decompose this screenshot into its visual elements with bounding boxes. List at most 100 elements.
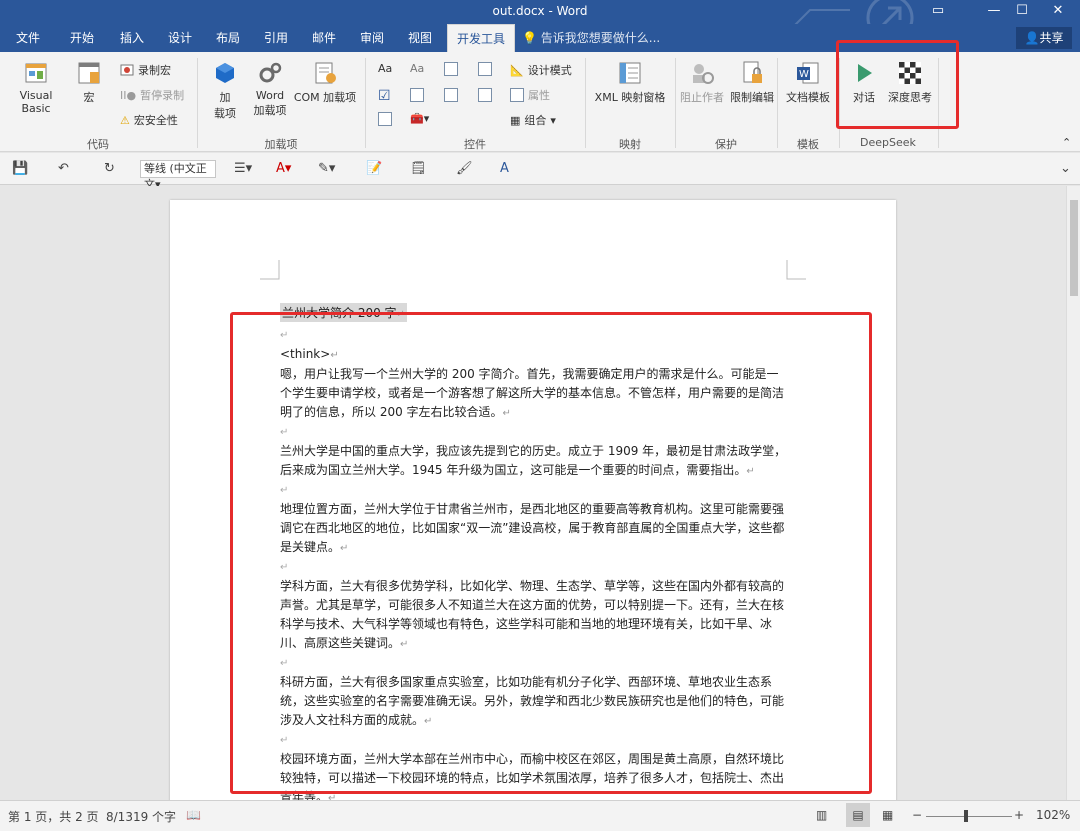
font-name-box[interactable]: 等线 (中文正文▾	[140, 160, 216, 191]
zoom-slider-thumb[interactable]	[964, 810, 968, 822]
group-separator	[585, 58, 586, 148]
zoom-level[interactable]: 102%	[1036, 808, 1070, 822]
print-layout-icon[interactable]: ▤	[846, 803, 870, 827]
chevron-down-icon: ▾	[550, 113, 556, 127]
checkbox-control[interactable]: ☑	[378, 88, 391, 104]
margin-corner-mark	[786, 260, 806, 280]
collapse-ribbon-button[interactable]: ⌃	[1062, 136, 1071, 149]
tab-home[interactable]: 开始	[60, 24, 104, 52]
document-template-button[interactable]: W 文档模板	[782, 60, 834, 105]
pause-recording-button[interactable]: II● 暂停录制	[120, 87, 184, 103]
tab-layout[interactable]: 布局	[206, 24, 250, 52]
page-count[interactable]: 第 1 页，共 2 页	[8, 808, 99, 825]
group-label-mapping: 映射	[619, 138, 641, 151]
share-button[interactable]: 👤共享	[1016, 27, 1072, 49]
group-label-protect: 保护	[715, 138, 737, 151]
status-bar: 第 1 页，共 2 页 8/1319 个字 📖 ▥ ▤ ▦ − + 102%	[0, 800, 1080, 831]
quick-access-toolbar: 💾 ↶ ↻ 等线 (中文正文▾ ☰▾ A▾ ✎▾ 📝 🗒 🖌 A ⌄	[0, 153, 1080, 191]
macro-security-button[interactable]: ⚠ 宏安全性	[120, 112, 178, 128]
group-label-deepseek: DeepSeek	[860, 136, 916, 149]
highlight-icon[interactable]: ✎▾	[318, 161, 335, 176]
warning-icon: ⚠	[120, 113, 130, 127]
ribbon-display-options-button[interactable]: ▭	[916, 0, 960, 24]
web-layout-icon[interactable]: ▦	[882, 808, 893, 822]
close-button[interactable]: ✕	[1036, 0, 1080, 24]
combobox-control[interactable]	[410, 88, 424, 102]
lightbulb-icon: 💡	[522, 31, 537, 45]
xml-mapping-label: XML 映射窗格	[594, 91, 666, 104]
customize-toolbar-icon[interactable]: ⌄	[1060, 161, 1071, 176]
com-addins-button[interactable]: COM 加载项	[292, 60, 358, 105]
properties-button[interactable]: 属性	[510, 87, 550, 103]
tab-references[interactable]: 引用	[254, 24, 298, 52]
bullets-icon[interactable]: ☰▾	[234, 161, 252, 176]
tab-file[interactable]: 文件	[6, 24, 50, 52]
scrollbar-thumb[interactable]	[1070, 200, 1078, 296]
plain-text-icon: Aa	[410, 62, 425, 75]
zoom-out-icon[interactable]: −	[912, 808, 922, 822]
zoom-slider-track[interactable]	[926, 816, 1012, 817]
rich-text-icon: Aa	[378, 62, 393, 75]
restrict-editing-button[interactable]: 限制编辑	[728, 60, 776, 105]
record-macro-button[interactable]: 录制宏	[120, 62, 171, 78]
title-bar: out.docx - Word ▭ — ☐ ✕	[0, 0, 1080, 42]
addins-button[interactable]: 加 载项	[206, 60, 244, 121]
addins-label-2: 载项	[214, 107, 236, 120]
group-label-addins: 加载项	[264, 138, 298, 151]
word-addins-label-2: 加载项	[253, 104, 287, 117]
block-authors-button[interactable]: 阻止作者	[678, 60, 726, 105]
macros-button[interactable]: 宏	[72, 60, 106, 105]
macros-icon	[78, 62, 100, 84]
text-effects-icon[interactable]: A	[500, 161, 509, 176]
proofing-icon[interactable]: 📖	[186, 808, 201, 822]
restrict-editing-label: 限制编辑	[730, 91, 774, 104]
redo-icon[interactable]: ↻	[104, 161, 115, 176]
check-doc-icon[interactable]: 🗒	[410, 161, 427, 176]
dropdown-control[interactable]	[444, 88, 458, 102]
save-icon[interactable]: 💾	[12, 161, 28, 176]
svg-text:W: W	[799, 69, 809, 80]
block-authors-icon	[693, 64, 714, 84]
word-count[interactable]: 8/1319 个字	[106, 808, 176, 825]
macro-security-label: 宏安全性	[133, 114, 178, 127]
pause-icon: II●	[120, 88, 137, 102]
person-icon: 👤	[1024, 31, 1040, 45]
vertical-scrollbar[interactable]	[1066, 186, 1080, 800]
legacy-tools-button[interactable]: 🧰▾	[410, 112, 429, 125]
date-picker-control[interactable]	[478, 88, 492, 102]
read-mode-icon[interactable]: ▥	[816, 808, 827, 822]
repeating-section-icon	[378, 112, 392, 126]
repeating-section-control[interactable]	[378, 112, 392, 126]
com-addins-icon	[315, 62, 336, 84]
properties-icon	[510, 88, 524, 102]
tab-design[interactable]: 设计	[158, 24, 202, 52]
tab-view[interactable]: 视图	[398, 24, 442, 52]
margin-corner-mark	[260, 260, 280, 280]
block-authors-label: 阻止作者	[680, 91, 724, 104]
tab-developer[interactable]: 开发工具	[447, 24, 515, 52]
xml-mapping-pane-button[interactable]: XML 映射窗格	[592, 60, 668, 105]
picture-control[interactable]	[444, 62, 458, 76]
tab-insert[interactable]: 插入	[110, 24, 154, 52]
design-mode-button[interactable]: 📐 设计模式	[510, 62, 572, 78]
rich-text-control[interactable]: Aa	[378, 62, 392, 75]
zoom-in-icon[interactable]: +	[1014, 808, 1024, 822]
edit-icon[interactable]: 📝	[366, 161, 382, 176]
lock-document-icon	[743, 61, 762, 83]
brush-icon[interactable]: 🖌	[456, 161, 473, 176]
cube-icon	[216, 63, 234, 83]
tell-me-box[interactable]: 💡 告诉我您想要做什么...	[522, 24, 660, 52]
group-label-controls: 控件	[464, 138, 486, 151]
font-color-icon[interactable]: A▾	[276, 161, 291, 176]
undo-icon[interactable]: ↶	[58, 161, 69, 176]
visual-basic-icon	[25, 63, 47, 83]
group-button[interactable]: ▦ 组合 ▾	[510, 112, 556, 128]
tab-review[interactable]: 审阅	[350, 24, 394, 52]
tab-mailings[interactable]: 邮件	[302, 24, 346, 52]
building-block-control[interactable]	[478, 62, 492, 76]
word-addins-button[interactable]: Word 加载项	[250, 60, 290, 118]
visual-basic-button[interactable]: Visual Basic	[4, 60, 68, 115]
record-icon	[120, 64, 134, 76]
dropdown-icon	[444, 88, 458, 102]
plain-text-control[interactable]: Aa	[410, 62, 424, 75]
